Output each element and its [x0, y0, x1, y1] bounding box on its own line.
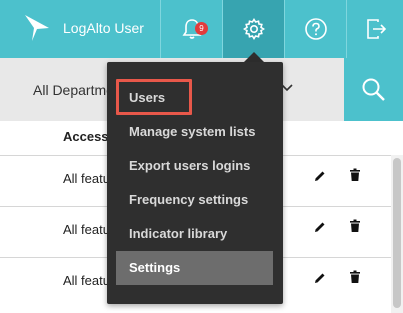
logo-icon [25, 15, 49, 41]
menu-item-settings[interactable]: Settings [116, 251, 273, 285]
top-bar: LogAlto User 9 [0, 0, 403, 58]
search-button[interactable] [344, 58, 403, 121]
settings-button[interactable] [222, 0, 284, 58]
pencil-icon[interactable] [313, 220, 327, 234]
search-icon [362, 78, 385, 101]
logout-button[interactable] [346, 0, 403, 58]
menu-item-indicator-library[interactable]: Indicator library [116, 217, 273, 251]
user-name: LogAlto User [63, 20, 144, 36]
menu-caret [244, 52, 264, 62]
logout-icon [366, 19, 386, 39]
column-header-access: Access [63, 129, 109, 144]
brand[interactable]: LogAlto User [0, 0, 160, 58]
menu-item-frequency-settings[interactable]: Frequency settings [116, 183, 273, 217]
help-button[interactable] [284, 0, 346, 58]
help-icon [304, 18, 327, 40]
gear-icon [242, 18, 265, 40]
highlight-box [116, 79, 192, 115]
trash-icon[interactable] [349, 270, 361, 284]
pencil-icon[interactable] [313, 271, 327, 285]
scrollbar-thumb[interactable] [393, 158, 401, 308]
pencil-icon[interactable] [313, 169, 327, 183]
trash-icon[interactable] [349, 168, 361, 182]
notification-badge: 9 [195, 22, 208, 35]
trash-icon[interactable] [349, 219, 361, 233]
menu-item-manage-system-lists[interactable]: Manage system lists [116, 115, 273, 149]
notifications-button[interactable]: 9 [160, 0, 222, 58]
menu-item-export-users-logins[interactable]: Export users logins [116, 149, 273, 183]
